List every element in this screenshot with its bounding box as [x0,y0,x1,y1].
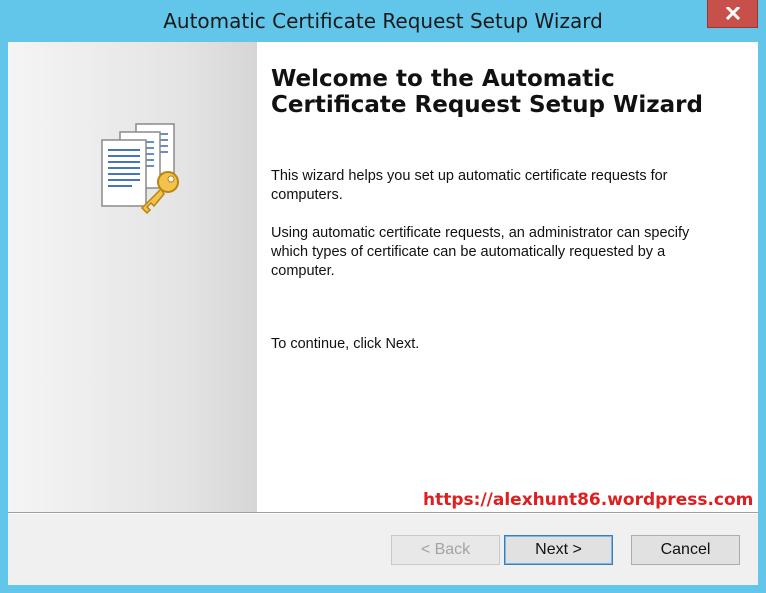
watermark-url: https://alexhunt86.wordpress.com [423,490,754,510]
wizard-content: Welcome to the Automatic Certificate Req… [257,42,758,512]
next-button[interactable]: Next > [504,535,613,565]
close-button[interactable] [707,0,758,28]
wizard-side-panel [8,42,257,512]
close-icon [726,7,740,20]
continue-text: To continue, click Next. [271,336,420,352]
wizard-window: Automatic Certificate Request Setup Wiza… [0,0,766,593]
title-bar[interactable]: Automatic Certificate Request Setup Wiza… [0,0,766,42]
page-title: Welcome to the Automatic Certificate Req… [271,66,703,118]
back-button[interactable]: < Back [391,535,500,565]
description-text: Using automatic certificate requests, an… [271,225,690,279]
intro-text: This wizard helps you set up automatic c… [271,168,668,203]
wizard-client-area: Welcome to the Automatic Certificate Req… [8,42,758,585]
window-title: Automatic Certificate Request Setup Wiza… [163,9,603,33]
cancel-button[interactable]: Cancel [631,535,740,565]
certificate-documents-key-icon [101,123,179,214]
divider [8,512,758,514]
